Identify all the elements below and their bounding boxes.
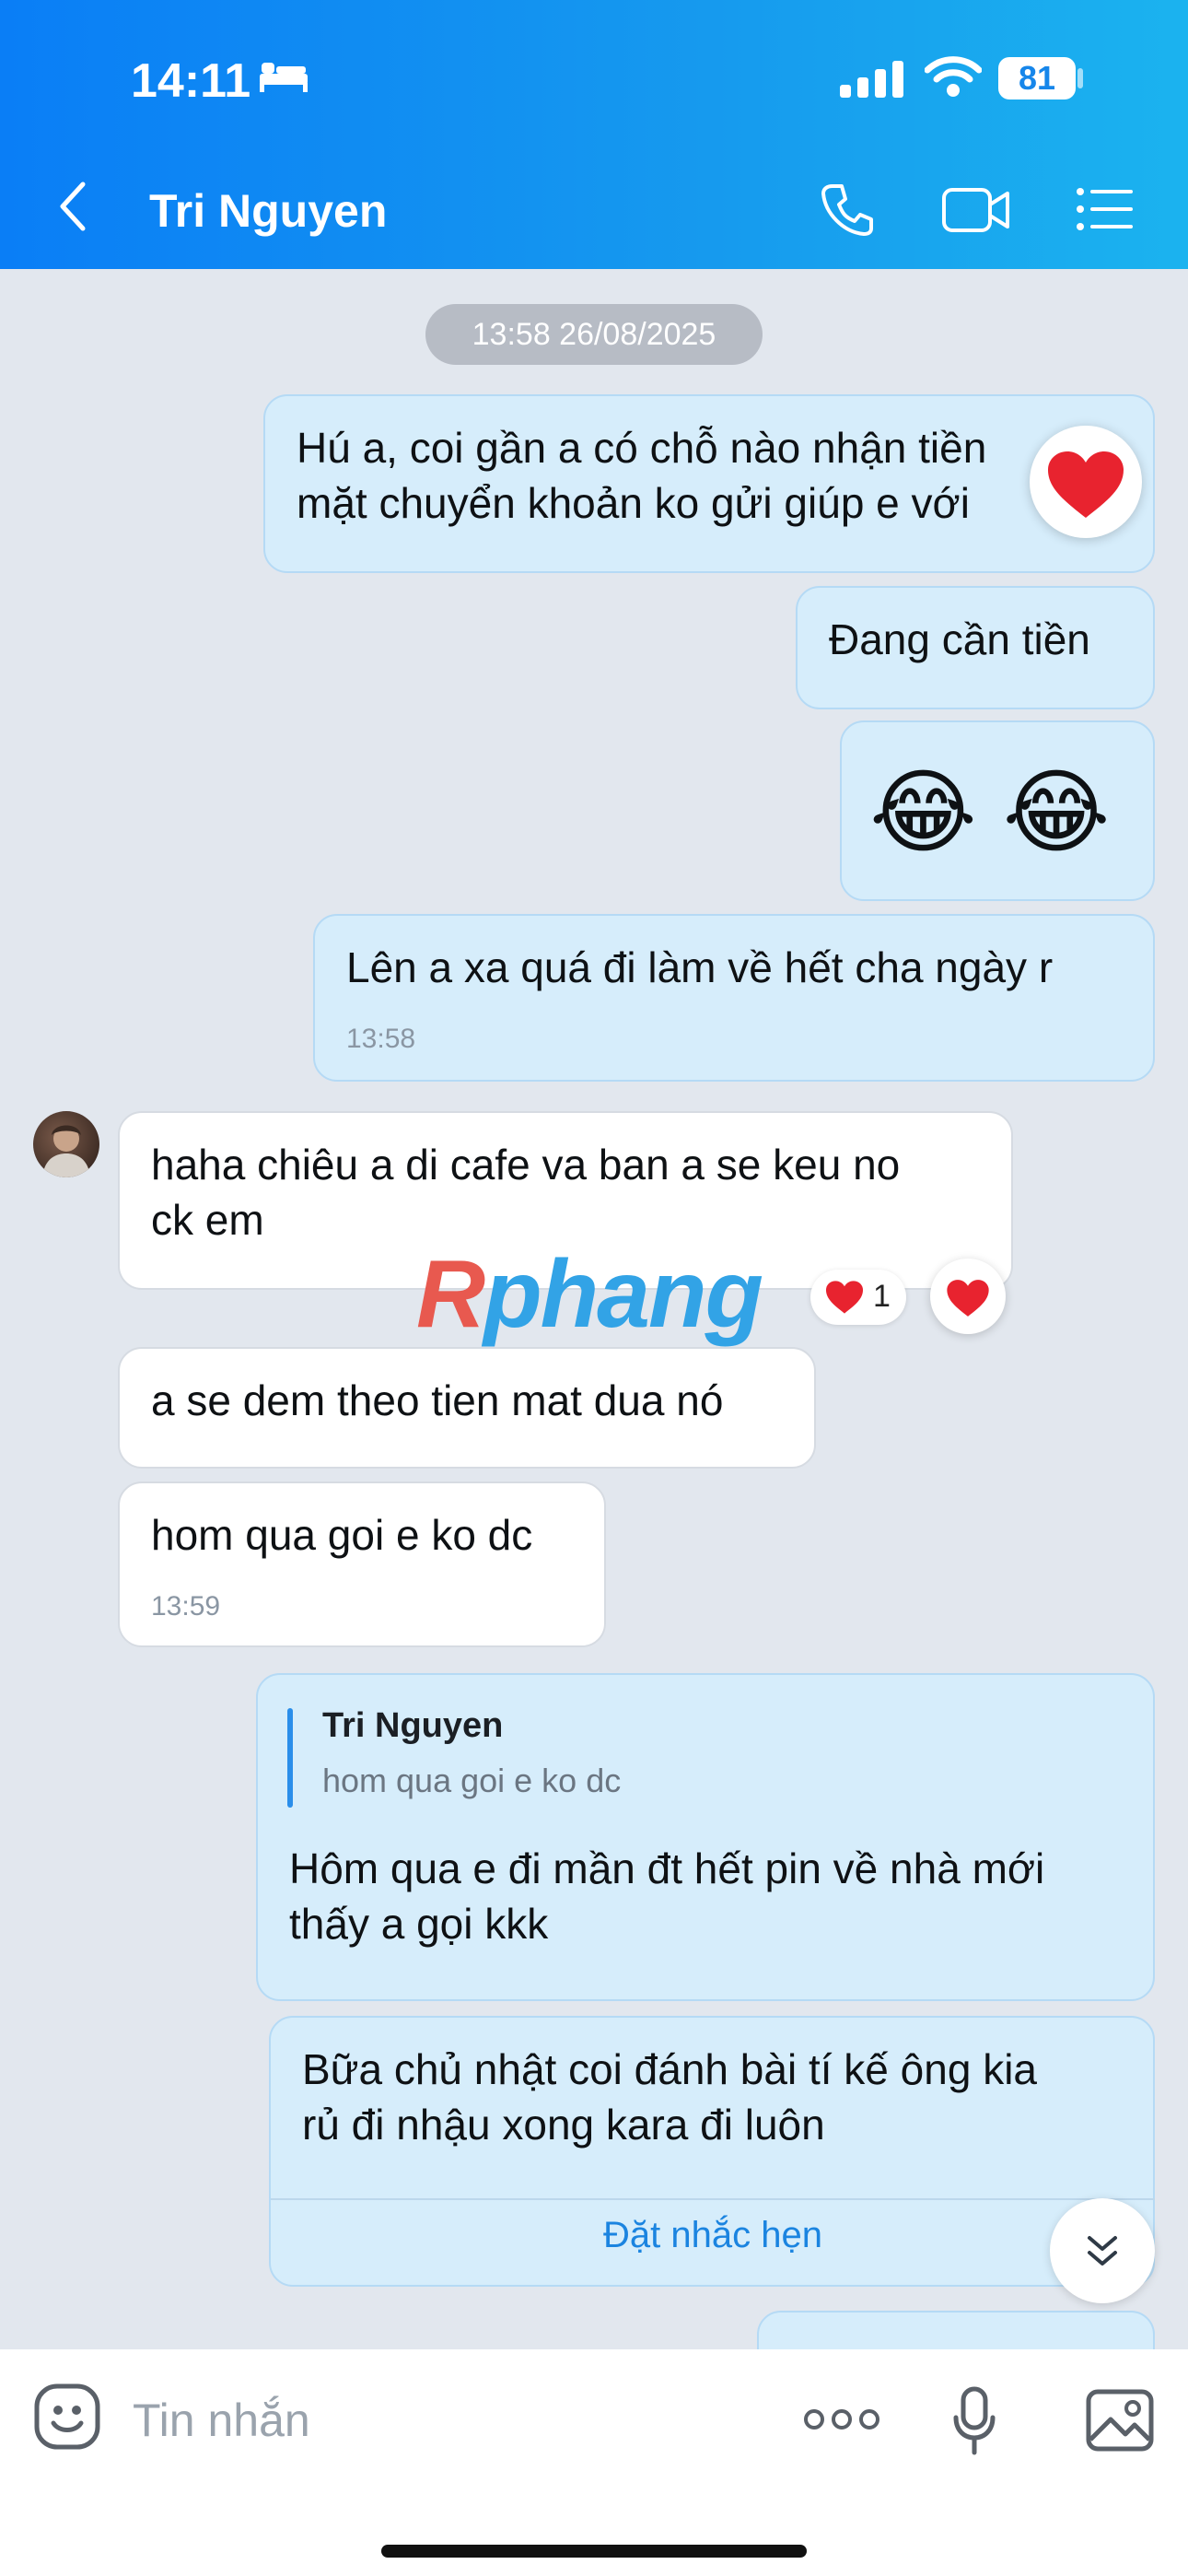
- quote-author: Tri Nguyen: [322, 1706, 504, 1745]
- date-separator: 13:58 26/08/2025: [425, 304, 763, 365]
- message-text: Đang cần tiền: [829, 615, 1090, 663]
- message-bubble-outgoing[interactable]: Đang cần tiền: [796, 586, 1155, 709]
- message-bubble-incoming[interactable]: a se dem theo tien mat dua nó: [118, 1347, 816, 1469]
- chevrons-down-icon: [1088, 2236, 1117, 2266]
- composer-bar: [0, 2349, 1188, 2576]
- image-icon[interactable]: [1085, 2388, 1155, 2457]
- message-text: a se dem theo tien mat dua nó: [151, 1376, 724, 1424]
- heart-icon: [1048, 451, 1124, 518]
- chat-area[interactable]: 13:58 26/08/2025 Hú a, coi gần a có chỗ …: [0, 0, 1188, 2349]
- avatar[interactable]: [33, 1111, 99, 1177]
- message-text: Hú a, coi gần a có chỗ nào nhận tiền mặt…: [297, 424, 987, 527]
- message-bubble-outgoing[interactable]: Lên a xa quá đi làm về hết cha ngày r 13…: [313, 914, 1155, 1082]
- quote-bar: [287, 1708, 293, 1808]
- watermark: Rphang: [416, 1241, 763, 1348]
- message-text: Hôm qua e đi mần đt hết pin về nhà mới t…: [289, 1844, 1045, 1948]
- message-bubble-outgoing[interactable]: Hú a, coi gần a có chỗ nào nhận tiền mặt…: [263, 394, 1155, 573]
- react-button[interactable]: [930, 1259, 1006, 1334]
- message-time: 13:58: [346, 1024, 416, 1054]
- reaction-count-value: 1: [873, 1279, 891, 1314]
- divider: [271, 2198, 1155, 2200]
- message-input[interactable]: [131, 2383, 761, 2458]
- heart-icon: [947, 1280, 989, 1317]
- scroll-down-button[interactable]: [1050, 2198, 1155, 2303]
- sticker-icon[interactable]: [33, 2383, 101, 2455]
- message-bubble-incoming[interactable]: hom qua goi e ko dc 13:59: [118, 1481, 606, 1647]
- heart-icon: [825, 1281, 864, 1314]
- heart-reaction[interactable]: [1030, 426, 1142, 538]
- message-bubble-outgoing[interactable]: 😂 😂: [840, 720, 1155, 901]
- message-text: Lên a xa quá đi làm về hết cha ngày r: [346, 943, 1054, 991]
- quote-text: hom qua goi e ko dc: [322, 1762, 622, 1799]
- message-text: haha chiêu a di cafe va ban a se keu no …: [151, 1141, 901, 1244]
- emoji-message: 😂 😂: [869, 761, 1111, 864]
- message-text: Bữa chủ nhật coi đánh bài tí kế ông kia …: [302, 2045, 1037, 2149]
- home-indicator: [381, 2545, 807, 2558]
- message-text: hom qua goi e ko dc: [151, 1511, 533, 1559]
- message-time: 13:59: [151, 1591, 221, 1622]
- message-bubble-outgoing-partial[interactable]: [757, 2311, 1155, 2349]
- reaction-count[interactable]: 1: [810, 1270, 906, 1325]
- mic-icon[interactable]: [952, 2386, 996, 2461]
- more-icon[interactable]: [803, 2406, 880, 2437]
- set-reminder-button[interactable]: Đặt nhắc hẹn: [271, 2215, 1155, 2256]
